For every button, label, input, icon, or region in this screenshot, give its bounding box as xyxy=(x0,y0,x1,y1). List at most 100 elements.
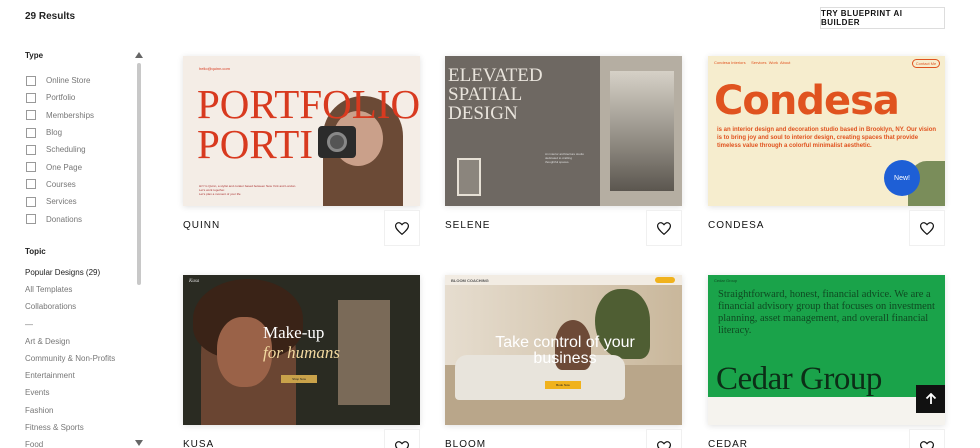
favorite-button[interactable] xyxy=(646,210,682,246)
checkbox[interactable] xyxy=(26,110,36,121)
heart-icon xyxy=(920,440,934,448)
filter-label: Services xyxy=(46,197,77,207)
type-heading: Type xyxy=(25,51,44,60)
preview-side-photo xyxy=(338,300,390,405)
favorite-button[interactable] xyxy=(909,429,945,448)
filter-label: Blog xyxy=(46,128,63,138)
topic-fitness-sports[interactable]: Fitness & Sports xyxy=(25,423,115,440)
filter-label: One Page xyxy=(46,162,83,172)
filter-label: Online Store xyxy=(46,76,91,86)
checkbox[interactable] xyxy=(26,92,36,103)
preview-headline: PORTFOLIO PORTI xyxy=(197,81,420,167)
checkbox[interactable] xyxy=(26,196,36,207)
preview-headline: Condesa xyxy=(714,78,900,124)
template-name[interactable]: CONDESA xyxy=(708,220,764,231)
topic-divider: — xyxy=(25,319,33,329)
checkbox[interactable] xyxy=(26,75,36,86)
heart-icon xyxy=(657,440,671,448)
filter-label: Scheduling xyxy=(46,145,86,155)
heart-icon xyxy=(657,221,671,235)
blueprint-ai-builder-button[interactable]: TRY BLUEPRINT AI BUILDER xyxy=(820,7,945,29)
topic-all-templates[interactable]: All Templates xyxy=(25,285,115,302)
filter-scheduling[interactable]: Scheduling xyxy=(26,141,94,158)
filter-portfolio[interactable]: Portfolio xyxy=(26,89,94,106)
preview-contact: hello@quinn.com xyxy=(199,66,230,71)
filter-label: Memberships xyxy=(46,110,95,120)
filter-memberships[interactable]: Memberships xyxy=(26,107,94,124)
preview-logo: Kusa xyxy=(189,279,200,284)
preview-footer-band xyxy=(708,397,945,425)
preview-body: Straightforward, honest, financial advic… xyxy=(718,289,935,336)
checkbox[interactable] xyxy=(26,179,36,190)
topic-collaborations[interactable]: Collaborations xyxy=(25,302,115,319)
preview-header-button xyxy=(655,277,675,283)
template-preview-kusa[interactable]: Kusa Make-up for humans Shop Now xyxy=(183,275,420,425)
arrow-up-icon xyxy=(925,393,936,404)
topic-community-non-profits[interactable]: Community & Non-Profits xyxy=(25,354,115,371)
filter-sidebar: Type Online Store Portfolio Memberships … xyxy=(0,0,150,448)
preview-photo xyxy=(610,71,674,191)
topic-events[interactable]: Events xyxy=(25,388,115,405)
heart-icon xyxy=(395,440,409,448)
favorite-button[interactable] xyxy=(646,429,682,448)
sidebar-scrollbar-thumb[interactable] xyxy=(137,63,141,285)
template-preview-selene[interactable]: ELEVATED SPATIAL DESIGN An interior arch… xyxy=(445,56,682,206)
heart-icon xyxy=(920,221,934,235)
heart-icon xyxy=(395,221,409,235)
template-preview-quinn[interactable]: hello@quinn.com PORTFOLIO PORTI Hi! I'm … xyxy=(183,56,420,206)
topic-art-design[interactable]: Art & Design xyxy=(25,337,115,354)
new-badge: New! xyxy=(884,160,920,196)
preview-body: An interior architecture studio dedicate… xyxy=(545,152,585,164)
preview-body-text: Hi! I'm Quinn, a stylist and curator bas… xyxy=(199,184,297,192)
preview-nav: Condesa Interiors Services Work About xyxy=(714,60,791,65)
checkbox[interactable] xyxy=(26,162,36,173)
template-preview-condesa[interactable]: Condesa Interiors Services Work About Co… xyxy=(708,56,945,206)
favorite-button[interactable] xyxy=(384,429,420,448)
template-name[interactable]: BLOOM xyxy=(445,439,486,448)
preview-cta: Book Now xyxy=(545,381,581,389)
template-name[interactable]: QUINN xyxy=(183,220,220,231)
filter-label: Donations xyxy=(46,214,83,224)
favorite-button[interactable] xyxy=(384,210,420,246)
filter-services[interactable]: Services xyxy=(26,193,94,210)
back-to-top-button[interactable] xyxy=(916,385,945,413)
preview-body: Hi! I'm Quinn, a stylist and curator bas… xyxy=(199,184,299,196)
topic-heading: Topic xyxy=(25,247,46,256)
preview-window xyxy=(457,158,481,196)
checkbox[interactable] xyxy=(26,144,36,155)
preview-headline: ELEVATED SPATIAL DESIGN xyxy=(448,65,543,124)
filter-online-store[interactable]: Online Store xyxy=(26,72,94,89)
checkbox[interactable] xyxy=(26,214,36,225)
preview-body-text-2: Let's plan a moment of your life xyxy=(199,192,241,196)
topic-food[interactable]: Food xyxy=(25,440,115,448)
topic-fashion[interactable]: Fashion xyxy=(25,406,115,423)
favorite-button[interactable] xyxy=(909,210,945,246)
topic-popular-designs[interactable]: Popular Designs (29) xyxy=(25,268,115,285)
preview-headline: Take control of your business xyxy=(495,334,635,367)
sidebar-scroll-down-icon[interactable] xyxy=(135,440,143,446)
topic-list: Popular Designs (29) All Templates Colla… xyxy=(25,268,115,448)
filter-one-page[interactable]: One Page xyxy=(26,158,94,175)
template-preview-bloom[interactable]: BLOOM COACHING Take control of your busi… xyxy=(445,275,682,425)
type-filter-list: Online Store Portfolio Memberships Blog … xyxy=(26,72,94,228)
filter-label: Courses xyxy=(46,179,76,189)
checkbox[interactable] xyxy=(26,127,36,138)
preview-cta: Shop Now xyxy=(281,375,317,383)
template-name[interactable]: CEDAR xyxy=(708,439,748,448)
filter-blog[interactable]: Blog xyxy=(26,124,94,141)
template-name[interactable]: SELENE xyxy=(445,220,490,231)
preview-body: is an interior design and decoration stu… xyxy=(717,127,937,149)
template-name[interactable]: KUSA xyxy=(183,439,214,448)
topic-entertainment[interactable]: Entertainment xyxy=(25,371,115,388)
filter-courses[interactable]: Courses xyxy=(26,176,94,193)
preview-headline-line1: Make-up xyxy=(263,323,325,342)
template-preview-cedar[interactable]: Cedar Group Straightforward, honest, fin… xyxy=(708,275,945,425)
filter-donations[interactable]: Donations xyxy=(26,210,94,227)
preview-headline: Make-up for humans xyxy=(263,323,340,363)
sidebar-scroll-up-icon[interactable] xyxy=(135,52,143,58)
preview-contact-button: Contact Me xyxy=(912,59,940,68)
camera-lens xyxy=(327,132,347,152)
preview-headline: Cedar Group xyxy=(716,361,882,397)
preview-headline-line2: for humans xyxy=(263,343,340,362)
preview-logo: Cedar Group xyxy=(714,278,738,283)
